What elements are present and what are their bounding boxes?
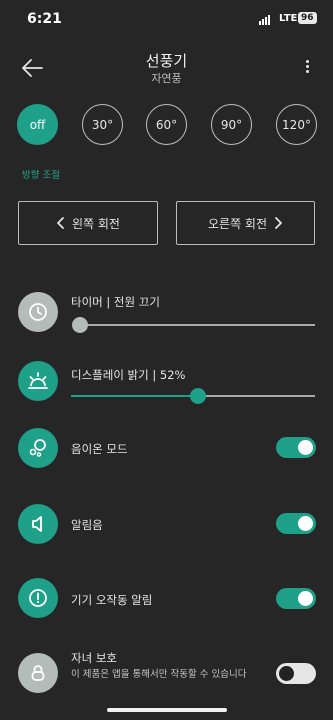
alarm-sound-toggle[interactable] (276, 513, 316, 534)
alarm-sound-label: 알림음 (71, 518, 103, 532)
status-time: 6:21 (27, 11, 62, 27)
malfunction-alert-toggle[interactable] (276, 588, 316, 609)
network-type: LTE (279, 13, 298, 24)
home-indicator[interactable] (107, 708, 227, 712)
direction-section-label: 방향 조절 (22, 170, 60, 181)
ion-mode-toggle[interactable] (276, 437, 316, 458)
alert-icon (18, 578, 58, 618)
rotate-left-button[interactable]: 왼쪽 회전 (18, 201, 158, 245)
signal-icon (259, 15, 270, 25)
lock-icon (18, 653, 58, 693)
brightness-slider-thumb[interactable] (189, 388, 206, 404)
brightness-icon (18, 361, 58, 401)
child-lock-description: 이 제품은 앱을 통해서만 작동할 수 있습니다 (71, 669, 247, 680)
rotate-right-button[interactable]: 오른쪽 회전 (176, 201, 315, 245)
child-lock-toggle[interactable] (276, 663, 316, 684)
brightness-slider-fill (71, 395, 198, 397)
rotate-left-label: 왼쪽 회전 (72, 216, 120, 231)
brightness-slider[interactable] (71, 388, 315, 404)
page-subtitle: 자연풍 (151, 72, 182, 85)
display-brightness-label: 디스플레이 밝기 | 52% (71, 368, 186, 382)
page-title: 선풍기 (145, 52, 188, 70)
timer-slider[interactable] (72, 317, 315, 333)
child-lock-label: 자녀 보호 (71, 651, 117, 665)
angle-30-button[interactable]: 30° (82, 104, 123, 145)
angle-120-button[interactable]: 120° (276, 104, 317, 145)
rotate-right-label: 오른쪽 회전 (207, 216, 267, 231)
malfunction-alert-label: 기기 오작동 알림 (71, 593, 153, 607)
angle-90-button[interactable]: 90° (211, 104, 252, 145)
timer-icon (18, 292, 58, 332)
chevron-right-icon (275, 217, 282, 229)
status-bar: 6:21 LTE 96 (0, 0, 333, 40)
angle-off-button[interactable]: off (17, 104, 58, 145)
chevron-left-icon (57, 217, 64, 229)
ion-mode-label: 음이온 모드 (71, 442, 128, 456)
speaker-icon (18, 504, 58, 544)
more-menu-icon[interactable] (299, 58, 315, 78)
angle-selector: off 30° 60° 90° 120° (17, 104, 317, 146)
angle-60-button[interactable]: 60° (146, 104, 187, 145)
timer-slider-thumb[interactable] (72, 317, 88, 333)
ion-mode-icon (18, 428, 58, 468)
battery-icon: 96 (298, 12, 317, 24)
timer-label: 타이머 | 전원 끄기 (71, 295, 160, 309)
